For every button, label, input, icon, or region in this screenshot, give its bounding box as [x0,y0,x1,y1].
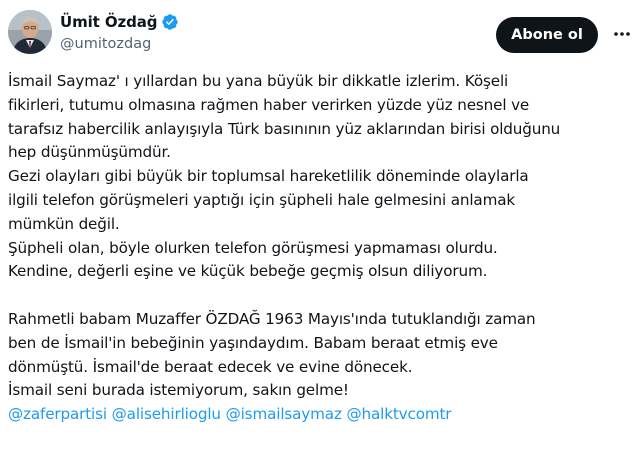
mentions-row: @zaferpartisi @alisehirlioglu @ismailsay… [8,403,636,427]
display-name[interactable]: Ümit Özdağ [60,13,158,31]
tweet-line: Şüpheli olan, böyle olurken telefon görü… [8,238,498,257]
tweet-line: Rahmetli babam Muzaffer ÖZDAĞ 1963 Mayıs… [8,309,536,328]
more-options-button[interactable] [610,22,634,46]
tweet-line: mümkün değil. [8,214,120,233]
mention-link-alisehirlioglu[interactable]: @alisehirlioglu [112,405,221,423]
author-handle[interactable]: @umitozdag [60,36,179,52]
tweet-line: İsmail seni burada istemiyorum, sakın ge… [8,381,349,400]
author-names: Ümit Özdağ @umitozdag [60,12,179,52]
more-dots-icon [614,32,630,36]
tweet-line: tarafsız habercilik anlayışıyla Türk bas… [8,119,561,138]
tweet-line: Gezi olayları gibi büyük bir toplumsal h… [8,167,529,186]
mention-link-ismailsaymaz[interactable]: @ismailsaymaz [226,405,342,423]
display-name-row[interactable]: Ümit Özdağ [60,12,179,32]
tweet-line: İsmail Saymaz' ı yıllardan bu yana büyük… [8,72,509,90]
verified-badge-icon[interactable] [161,13,179,31]
avatar[interactable] [8,10,52,54]
avatar-image [8,10,52,54]
tweet-text: İsmail Saymaz' ı yıllardan bu yana büyük… [8,70,636,427]
tweet-line: Kendine, değerli eşine ve küçük bebeğe g… [8,262,488,281]
tweet-line: fikirleri, tutumu olmasına rağmen haber … [8,95,530,114]
tweet-line: dönmüştü. İsmail'de beraat edecek ve evi… [8,357,413,376]
tweet-header: Ümit Özdağ @umitozdag Abone ol [8,10,632,64]
tweet-line: hep düşünmüşümdür. [8,143,171,162]
mention-link-halktvcomtr[interactable]: @halktvcomtr [346,405,451,423]
tweet-line: ben de İsmail'in bebeğinin yaşındaydım. … [8,333,498,352]
follow-button[interactable]: Abone ol [496,17,598,53]
tweet-line: ilgili telefon görüşmeleri yaptığı için … [8,190,516,209]
mention-link-zaferpartisi[interactable]: @zaferpartisi [8,405,107,423]
